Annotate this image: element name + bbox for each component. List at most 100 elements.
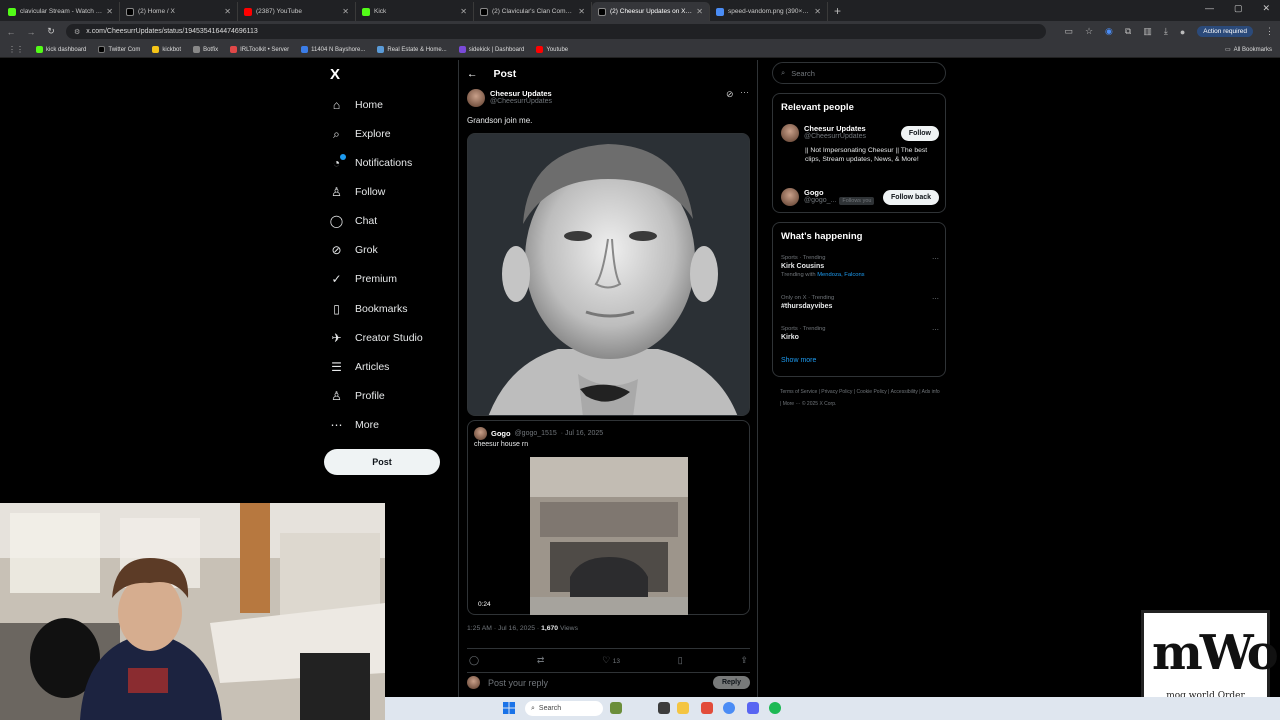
avatar[interactable] xyxy=(467,89,485,107)
person-item[interactable]: Gogo @gogo_... Follows you Follow back xyxy=(781,188,939,206)
site-info-icon[interactable]: ⚙ xyxy=(74,28,80,36)
reload-icon[interactable]: ↻ xyxy=(46,26,56,37)
more-options-icon[interactable]: ⋯ xyxy=(932,255,939,263)
reply-icon[interactable]: ◯ xyxy=(469,655,479,666)
nav-item-more[interactable]: ⋯ More xyxy=(330,416,379,434)
close-icon[interactable]: ✕ xyxy=(696,7,703,16)
search-input[interactable]: ⌕ Search xyxy=(772,62,946,84)
bookmark-item[interactable]: kickbot xyxy=(152,46,181,53)
reply-button[interactable]: Reply xyxy=(712,676,750,689)
close-icon[interactable]: ✕ xyxy=(342,7,349,16)
windows-start-icon[interactable] xyxy=(503,702,515,714)
post-button[interactable]: Post xyxy=(324,449,440,475)
profile-avatar-icon[interactable]: ● xyxy=(1180,27,1185,37)
bookmark-item[interactable]: Real Estate & Home... xyxy=(377,46,447,53)
browser-tab[interactable]: (2) Clavicular's Clan Communit ✕ xyxy=(474,2,592,21)
avatar[interactable] xyxy=(781,124,799,142)
x-logo[interactable]: X xyxy=(330,66,340,83)
post-image[interactable] xyxy=(467,133,750,416)
browser-tab[interactable]: Kick ✕ xyxy=(356,2,474,21)
install-icon[interactable]: ▭ xyxy=(1064,26,1073,37)
browser-tab[interactable]: (2387) YouTube ✕ xyxy=(238,2,356,21)
bookmark-item[interactable]: IRLToolkit • Server xyxy=(230,46,289,53)
nav-item-follow[interactable]: ♙ Follow xyxy=(330,183,385,201)
trend-with-links[interactable]: Mendoza, Falcons xyxy=(817,272,864,278)
nav-item-bookmarks[interactable]: ▯ Bookmarks xyxy=(330,300,407,318)
action-required-button[interactable]: Action required xyxy=(1197,26,1253,37)
close-icon[interactable]: ✕ xyxy=(460,7,467,16)
file-explorer-icon[interactable] xyxy=(677,702,689,714)
bookmark-item[interactable]: Youtube xyxy=(536,46,568,53)
avatar[interactable] xyxy=(781,188,799,206)
follow-button[interactable]: Follow xyxy=(900,126,939,141)
video-player[interactable] xyxy=(530,457,688,615)
nav-item-home[interactable]: ⌂ Home xyxy=(330,96,383,114)
chrome-icon[interactable] xyxy=(723,702,735,714)
bookmark-item[interactable]: 11404 N Bayshore... xyxy=(301,46,365,53)
reply-input[interactable]: Post your reply xyxy=(488,678,548,688)
close-icon[interactable]: ✕ xyxy=(106,7,113,16)
app-icon[interactable] xyxy=(701,702,713,714)
nav-item-profile[interactable]: ♙ Profile xyxy=(330,387,385,405)
close-icon[interactable]: ✕ xyxy=(224,7,231,16)
bookmark-item[interactable]: Twitter Com xyxy=(98,46,140,53)
bookmark-item[interactable]: kick dashboard xyxy=(36,46,86,53)
widget-icon[interactable] xyxy=(610,702,622,714)
more-options-icon[interactable]: ⋯ xyxy=(932,326,939,334)
new-tab-button[interactable]: + xyxy=(834,4,841,21)
person-name[interactable]: Gogo xyxy=(804,188,874,197)
sidebar-icon[interactable]: ▥ xyxy=(1143,26,1152,37)
trend-item[interactable]: Sports · Trending Kirko ⋯ xyxy=(781,326,939,341)
close-icon[interactable]: ✕ xyxy=(814,7,821,16)
taskbar-search[interactable]: ⌕ Search xyxy=(525,701,603,716)
close-icon[interactable]: ✕ xyxy=(578,7,585,16)
browser-tab[interactable]: (2) Home / X ✕ xyxy=(120,2,238,21)
retweet-icon[interactable]: ⇄ xyxy=(537,655,545,666)
grok-icon[interactable]: ⊘ xyxy=(726,89,734,100)
trend-item[interactable]: Only on X · Trending #thursdayvibes ⋯ xyxy=(781,295,939,310)
browser-tab-active[interactable]: (2) Cheesur Updates on X: "Gra ✕ xyxy=(592,2,710,21)
menu-icon[interactable]: ⋮ xyxy=(1265,26,1274,37)
nav-item-articles[interactable]: ☰ Articles xyxy=(330,358,389,376)
nav-item-notifications[interactable]: ◔ Notifications xyxy=(330,153,412,172)
show-more-link[interactable]: Show more xyxy=(781,357,816,364)
person-name[interactable]: Cheesur Updates xyxy=(804,124,866,133)
bookmark-item[interactable]: sidekick | Dashboard xyxy=(458,46,524,53)
star-icon[interactable]: ☆ xyxy=(1085,26,1093,37)
minimize-icon[interactable]: — xyxy=(1205,3,1214,14)
apps-icon[interactable]: ⋮⋮ xyxy=(8,45,24,54)
nav-item-chat[interactable]: ◯ Chat xyxy=(330,212,377,230)
forward-arrow-icon[interactable]: → xyxy=(26,27,36,37)
nav-item-premium[interactable]: ✓ Premium xyxy=(330,270,397,288)
back-arrow-icon[interactable]: ← xyxy=(467,68,478,80)
trend-item[interactable]: Sports · Trending Kirk Cousins Trending … xyxy=(781,255,939,278)
all-bookmarks[interactable]: ▭ All Bookmarks xyxy=(1225,46,1272,54)
more-options-icon[interactable]: ⋯ xyxy=(932,295,939,303)
like-button[interactable]: ♡ 13 xyxy=(602,655,620,666)
share-icon[interactable]: ⇪ xyxy=(740,655,748,666)
extension-icon[interactable]: ◉ xyxy=(1105,26,1113,37)
spotify-icon[interactable] xyxy=(769,702,781,714)
nav-item-creator-studio[interactable]: ✈ Creator Studio xyxy=(330,329,422,347)
quoted-tweet[interactable]: Gogo @gogo_1515 · Jul 16, 2025 cheesur h… xyxy=(467,420,750,615)
footer-links[interactable]: Terms of Service | Privacy Policy | Cook… xyxy=(780,386,940,410)
puzzle-icon[interactable]: ⧉ xyxy=(1125,26,1131,37)
maximize-icon[interactable]: ▢ xyxy=(1234,3,1243,14)
bookmark-icon[interactable]: ▯ xyxy=(678,655,683,666)
address-bar[interactable]: ⚙ x.com/CheesurrUpdates/status/194535416… xyxy=(66,24,1046,39)
discord-icon[interactable] xyxy=(747,702,759,714)
taskview-icon[interactable] xyxy=(658,702,670,714)
download-icon[interactable]: ⤓ xyxy=(1164,26,1168,37)
browser-tab[interactable]: speed-vandom.png (390×382) ✕ xyxy=(710,2,828,21)
nav-item-explore[interactable]: ⌕ Explore xyxy=(330,125,390,143)
nav-item-grok[interactable]: ⊘ Grok xyxy=(330,241,377,259)
post-timestamp[interactable]: 1:25 AM · Jul 16, 2025 · xyxy=(467,625,539,632)
follow-back-button[interactable]: Follow back xyxy=(882,190,939,205)
post-author[interactable]: Cheesur Updates @CheesurrUpdates xyxy=(467,89,552,107)
more-options-icon[interactable]: ⋯ xyxy=(740,87,749,98)
person-item[interactable]: Cheesur Updates @CheesurrUpdates Follow … xyxy=(781,124,939,163)
close-window-icon[interactable]: ✕ xyxy=(1262,3,1270,14)
browser-tab[interactable]: clavicular Stream - Watch Live o ✕ xyxy=(2,2,120,21)
author-name[interactable]: Cheesur Updates xyxy=(490,89,552,98)
back-arrow-icon[interactable]: ← xyxy=(6,27,16,37)
